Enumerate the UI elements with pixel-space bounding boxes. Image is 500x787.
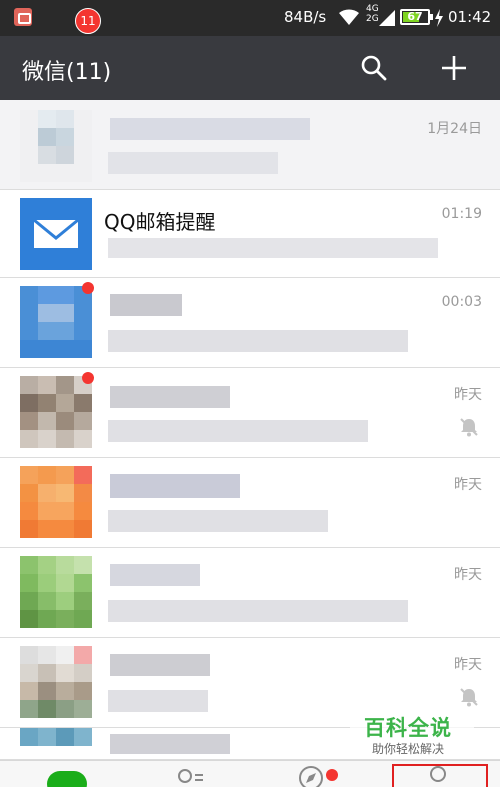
page-title: 微信(11) [22, 60, 112, 85]
blurred-name [110, 654, 210, 676]
avatar [20, 556, 92, 628]
unread-count-badge: 11 [75, 8, 101, 34]
blurred-name [110, 474, 240, 498]
mute-icon [460, 688, 478, 707]
blurred-name [110, 734, 230, 754]
highlight-box [392, 764, 488, 787]
watermark-subtitle: 助你轻松解决 [372, 742, 445, 756]
tab-chats[interactable] [0, 761, 125, 787]
blurred-name [110, 386, 230, 408]
contacts-icon [178, 769, 203, 783]
blurred-preview [108, 238, 438, 258]
charging-icon [435, 9, 443, 27]
blurred-preview [108, 152, 278, 174]
unread-dot [82, 372, 94, 384]
chat-time: 1月24日 [427, 121, 482, 137]
blurred-preview [108, 330, 408, 352]
avatar [20, 646, 92, 718]
compass-icon [299, 766, 323, 787]
chat-time: 昨天 [454, 477, 482, 493]
chat-item[interactable]: 昨天 [0, 458, 500, 548]
network-speed: 84B/s [284, 8, 327, 26]
blurred-preview [108, 510, 328, 532]
blurred-preview [108, 420, 368, 442]
notification-app-icon [14, 8, 32, 26]
blurred-name [110, 564, 200, 586]
chat-item-qq-mail[interactable]: QQ邮箱提醒 01:19 [0, 190, 500, 278]
blurred-name [110, 118, 310, 140]
chat-time: 00:03 [441, 294, 482, 310]
avatar [20, 198, 92, 270]
status-time: 01:42 [448, 8, 492, 26]
avatar [20, 376, 92, 448]
mail-icon [33, 218, 79, 248]
avatar [20, 728, 92, 760]
battery-percent: 67 [407, 10, 423, 23]
avatar [20, 286, 92, 358]
chat-time: 01:19 [441, 206, 482, 222]
chat-time: 昨天 [454, 657, 482, 673]
avatar [20, 110, 92, 182]
watermark: 百科全说 助你轻松解决 [350, 710, 474, 758]
unread-dot [82, 282, 94, 294]
wifi-icon [339, 9, 359, 25]
chat-name: QQ邮箱提醒 [104, 210, 216, 234]
chat-bubble-icon [47, 771, 87, 787]
network-type: 4G 2G [366, 4, 379, 24]
chat-time: 昨天 [454, 567, 482, 583]
blurred-preview [108, 690, 208, 712]
chat-item[interactable]: 00:03 [0, 278, 500, 368]
plus-icon[interactable] [440, 54, 468, 82]
chat-item[interactable]: 昨天 [0, 368, 500, 458]
mute-icon [460, 418, 478, 437]
blurred-name [110, 294, 182, 316]
battery-icon: 67 [400, 9, 433, 25]
chat-item[interactable]: 1月24日 [0, 100, 500, 190]
search-icon[interactable] [360, 54, 388, 82]
watermark-title: 百科全说 [364, 716, 452, 740]
avatar [20, 466, 92, 538]
title-bar: 微信(11) [0, 36, 500, 100]
blurred-preview [108, 600, 408, 622]
tab-discover[interactable] [250, 761, 375, 787]
signal-icon [379, 10, 395, 26]
chat-time: 昨天 [454, 387, 482, 403]
chat-item[interactable]: 昨天 [0, 548, 500, 638]
tab-contacts[interactable] [125, 761, 250, 787]
discover-dot [326, 769, 338, 781]
